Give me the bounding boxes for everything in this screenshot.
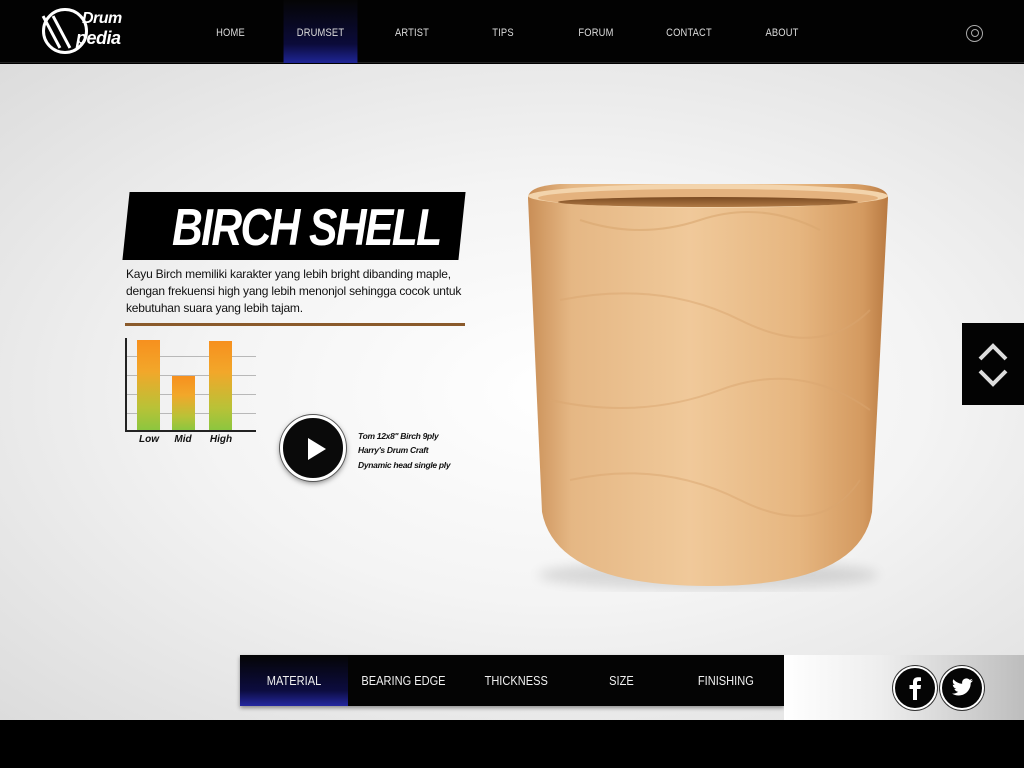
description-text: Kayu Birch memiliki karakter yang lebih … bbox=[126, 267, 462, 315]
logo-text: pedia bbox=[76, 28, 121, 48]
tab-finishing[interactable]: FINISHING bbox=[668, 655, 784, 706]
bar-high bbox=[209, 341, 232, 430]
nav-item-about[interactable]: ABOUT bbox=[740, 0, 825, 63]
tab-bearing-edge[interactable]: BEARING EDGE bbox=[348, 655, 458, 706]
frequency-bar-chart bbox=[125, 338, 256, 432]
main-nav: HOME DRUMSET ARTIST TIPS FORUM CONTACT A… bbox=[184, 0, 832, 63]
slide-navigation bbox=[962, 323, 1024, 405]
chart-y-axis bbox=[125, 338, 127, 432]
logo-text: Drum bbox=[82, 10, 122, 27]
tab-material[interactable]: MATERIAL bbox=[240, 655, 348, 706]
search-icon[interactable] bbox=[966, 25, 983, 42]
nav-item-artist[interactable]: ARTIST bbox=[371, 0, 453, 63]
bar-mid bbox=[172, 376, 195, 430]
nav-item-home[interactable]: HOME bbox=[191, 0, 270, 63]
audio-info-line: Dynamic head single ply bbox=[358, 460, 451, 470]
nav-item-contact[interactable]: CONTACT bbox=[652, 0, 725, 63]
bar-low bbox=[137, 340, 160, 430]
tick-label-high: High bbox=[209, 434, 233, 445]
shell-tabs: MATERIAL BEARING EDGE THICKNESS SIZE FIN… bbox=[240, 655, 784, 706]
chart-x-axis bbox=[125, 430, 256, 432]
tab-size[interactable]: SIZE bbox=[574, 655, 668, 706]
nav-item-drumset[interactable]: DRUMSET bbox=[283, 0, 358, 63]
tick-label-mid: Mid bbox=[174, 434, 192, 445]
audio-info-line: Harry's Drum Craft bbox=[358, 445, 429, 455]
facebook-icon[interactable] bbox=[893, 666, 937, 710]
nav-item-tips[interactable]: TIPS bbox=[466, 0, 539, 63]
play-button[interactable] bbox=[280, 415, 346, 481]
facebook-glyph-icon bbox=[909, 677, 921, 700]
top-nav-bar: Drum pedia HOME DRUMSET ARTIST TIPS FORU… bbox=[0, 0, 1024, 63]
twitter-bird-icon bbox=[952, 678, 973, 696]
footer-bar bbox=[0, 720, 1024, 768]
birch-shell-image bbox=[528, 184, 888, 589]
drumpedia-logo[interactable]: Drum pedia bbox=[41, 8, 124, 54]
tab-thickness[interactable]: THICKNESS bbox=[458, 655, 574, 706]
chevron-down-icon[interactable] bbox=[978, 363, 1008, 393]
nav-item-forum[interactable]: FORUM bbox=[554, 0, 639, 63]
divider bbox=[125, 323, 465, 326]
page-title: BIRCH SHELL bbox=[172, 199, 442, 257]
audio-info-line: Tom 12x8" Birch 9ply bbox=[358, 431, 439, 441]
twitter-icon[interactable] bbox=[940, 666, 984, 710]
